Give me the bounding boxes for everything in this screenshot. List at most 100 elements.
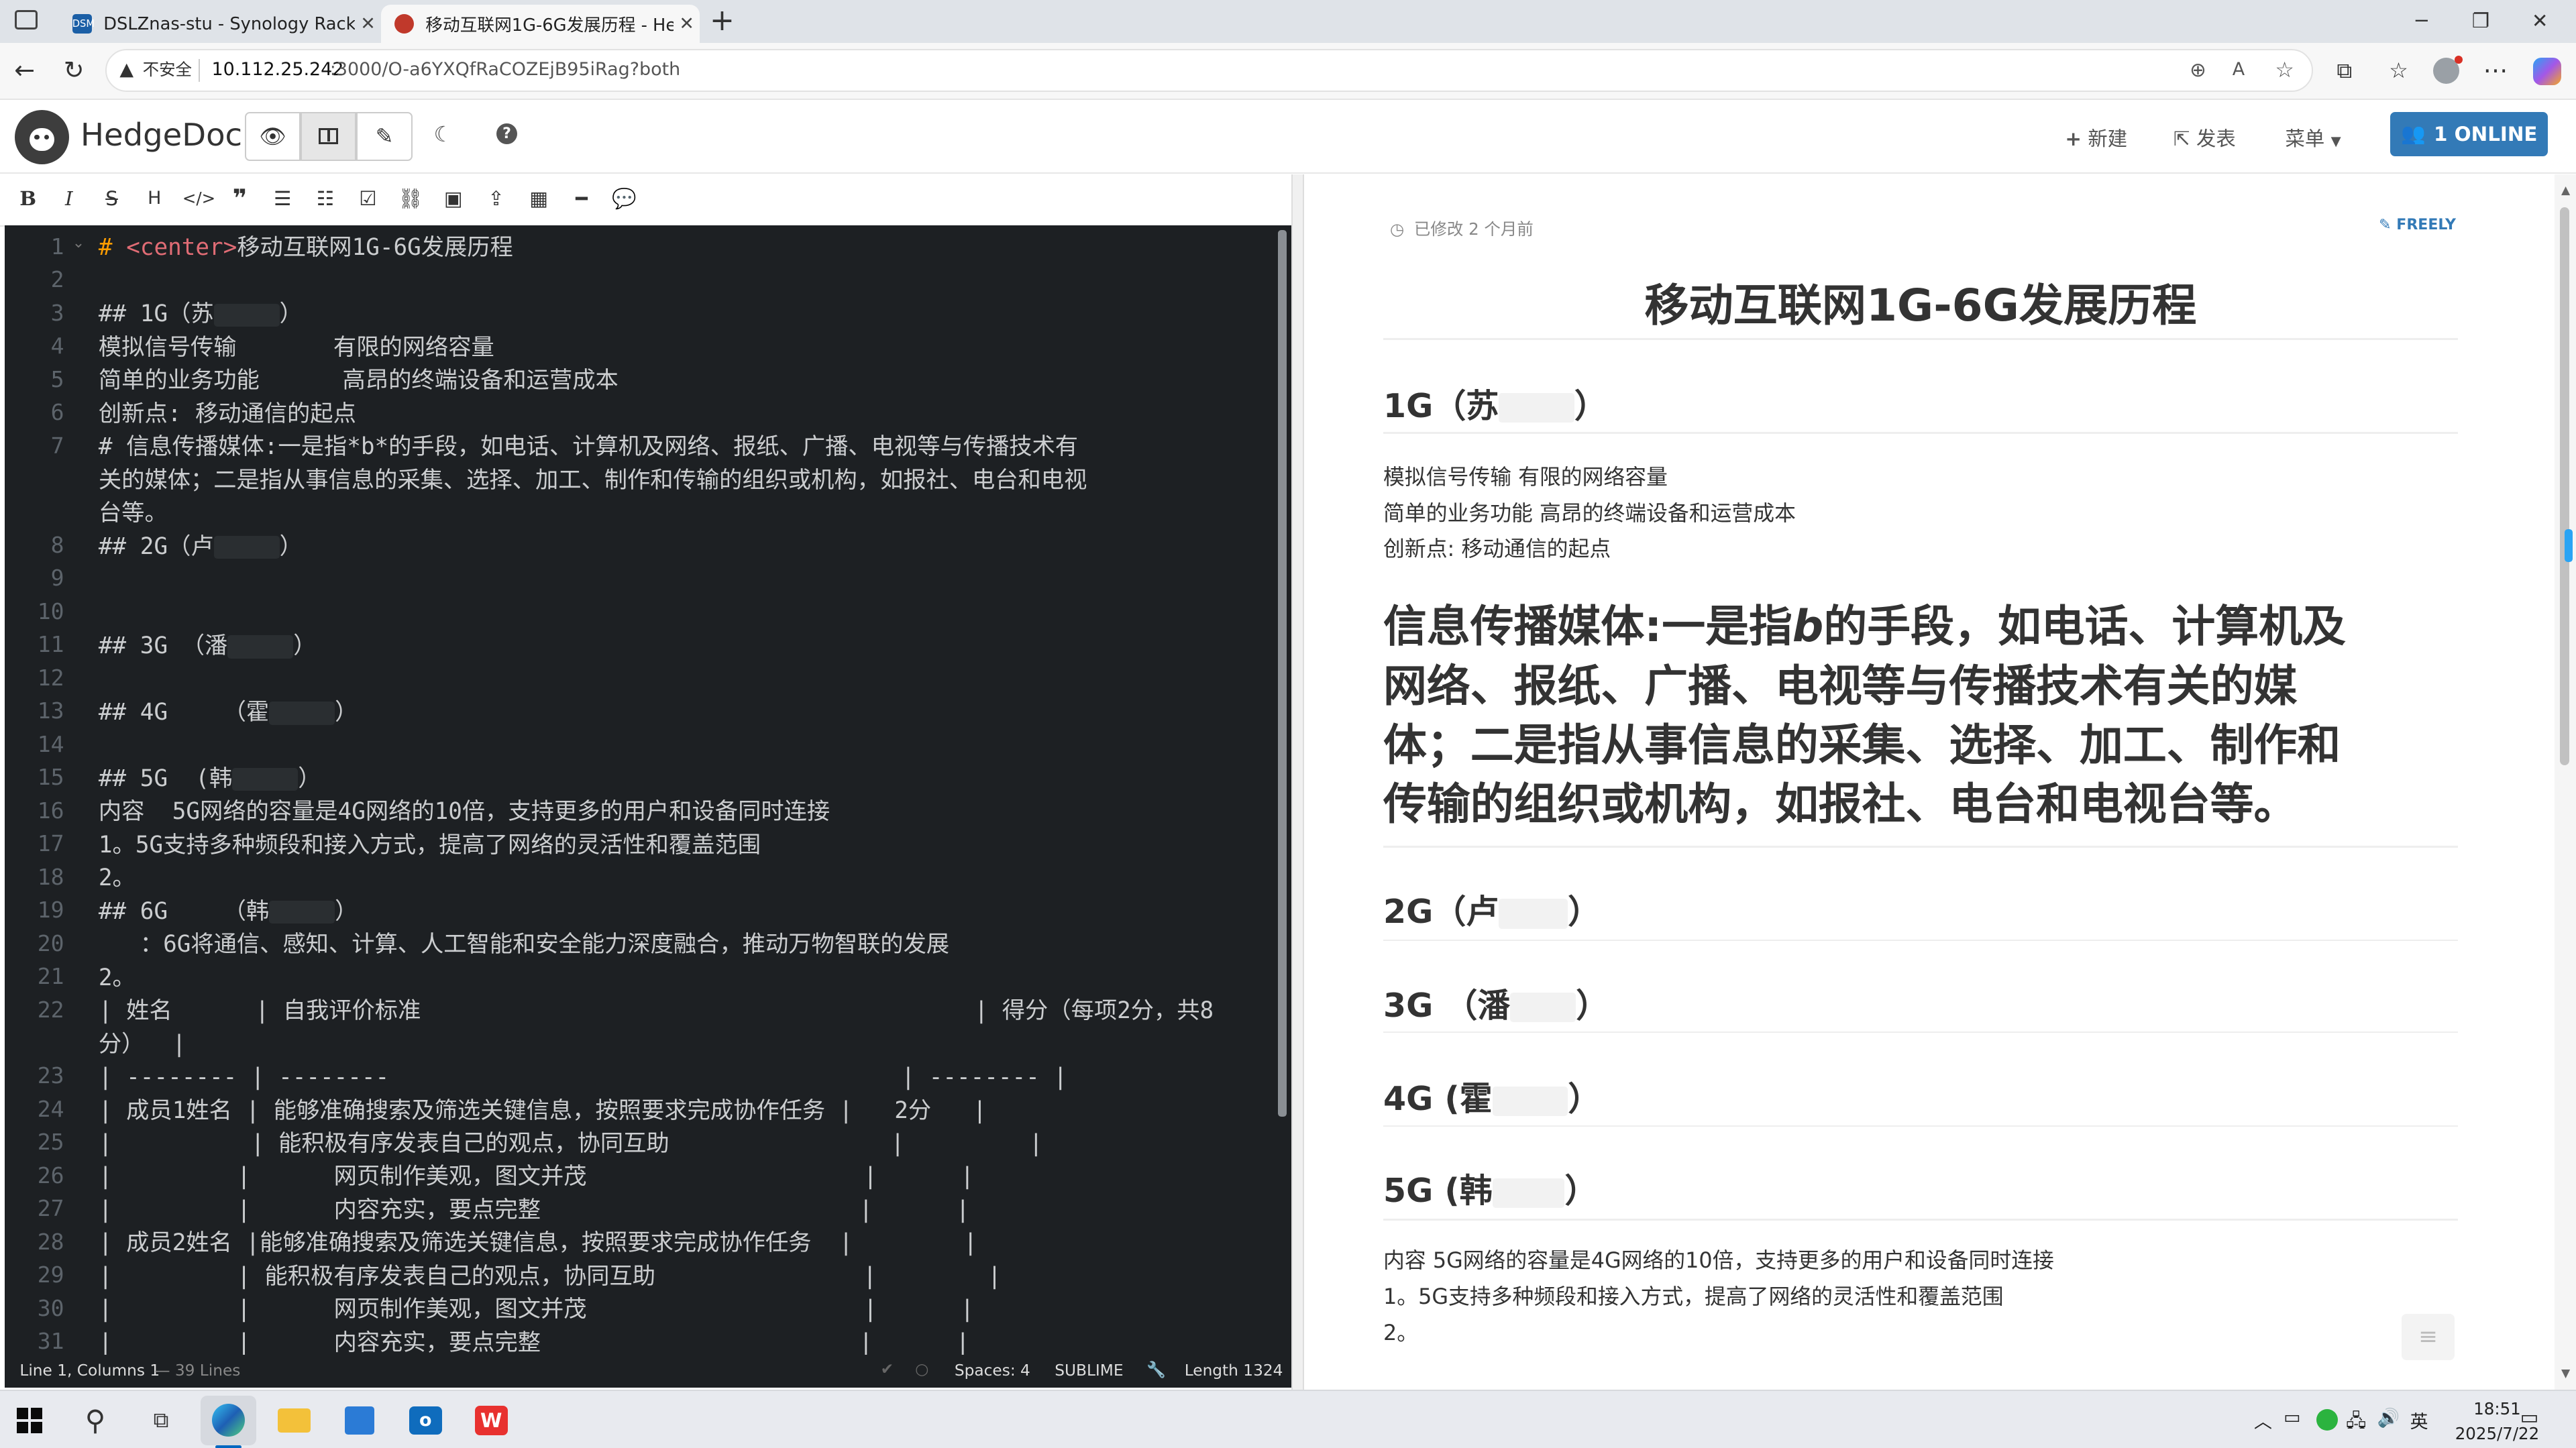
pencil-icon: ✎ bbox=[375, 123, 394, 150]
bullet-list-icon[interactable]: ☰ bbox=[268, 184, 297, 213]
line-number: 17 bbox=[37, 830, 64, 857]
bold-icon[interactable]: B bbox=[13, 184, 43, 213]
brand-name[interactable]: HedgeDoc bbox=[80, 117, 242, 153]
tab-close-icon[interactable]: ✕ bbox=[355, 13, 381, 34]
code-token: | | 网页制作美观，图文并茂 | | bbox=[98, 1163, 975, 1190]
restore-icon[interactable]: ❐ bbox=[2455, 5, 2507, 38]
minimize-icon[interactable]: ─ bbox=[2396, 5, 2448, 38]
url-bar[interactable]: ▲ 不安全 10.112.25.242 :3000/O-a6YXQfRaCOZE… bbox=[105, 49, 2314, 93]
keymap-label[interactable]: SUBLIME bbox=[1055, 1361, 1123, 1380]
upload-icon[interactable]: ⇪ bbox=[482, 184, 511, 213]
new-tab-button[interactable]: + bbox=[710, 3, 735, 38]
code-line: ## 3G （潘 ） bbox=[99, 630, 317, 663]
tab-title: DSLZnas-stu - Synology RackStati bbox=[103, 13, 355, 34]
url-host: 10.112.25.242 bbox=[211, 59, 344, 80]
permission-freely[interactable]: ✎ FREELY bbox=[2379, 217, 2456, 233]
tab-close-icon[interactable]: ✕ bbox=[674, 13, 700, 34]
new-note-link[interactable]: + 新建 bbox=[2065, 123, 2127, 152]
fold-marker-icon[interactable]: ⌄ bbox=[72, 235, 85, 252]
checkbox-icon[interactable]: ☑ bbox=[354, 184, 383, 213]
code-line: 关的媒体；二是指从事信息的采集、选择、加工、制作和传输的组织或机构，如报社、电台… bbox=[99, 464, 1087, 497]
search-icon[interactable]: ⚲ bbox=[76, 1402, 115, 1439]
indent-spaces[interactable]: Spaces: 4 bbox=[955, 1361, 1030, 1380]
numbered-list-icon[interactable]: ☷ bbox=[311, 184, 340, 213]
code-token: ## 5G (韩 bbox=[98, 765, 233, 792]
paragraph: 创新点: 移动通信的起点 bbox=[1383, 536, 1611, 562]
quote-icon[interactable]: ❞ bbox=[225, 184, 255, 213]
edit-mode-button[interactable]: ✎ bbox=[356, 111, 413, 161]
code-token: ） bbox=[293, 632, 317, 659]
copilot-icon[interactable] bbox=[2533, 57, 2561, 86]
zoom-icon[interactable]: ⊕ bbox=[2190, 50, 2206, 90]
code-token: ## 1G（苏 bbox=[98, 300, 214, 328]
network-icon[interactable]: 🖧 bbox=[2346, 1407, 2366, 1438]
tab-actions-icon[interactable] bbox=[15, 9, 38, 30]
help-icon[interactable]: ? bbox=[496, 123, 518, 145]
code-token: | 成员2姓名 |能够准确搜索及筛选关键信息，按照要求完成协作任务 | | bbox=[98, 1229, 978, 1257]
document-title: 移动互联网1G-6G发展历程 bbox=[1644, 279, 2197, 331]
hedgedoc-logo-icon[interactable] bbox=[15, 110, 69, 164]
extensions-icon[interactable]: ⧉ bbox=[2328, 54, 2361, 87]
section-rule bbox=[1383, 432, 2458, 434]
code-editor[interactable]: 1 # <center>移动互联网1G-6G发展历程 2 3 ## 1G（苏） 4 模拟信号… bbox=[5, 225, 1291, 1355]
ime-indicator[interactable]: 英 bbox=[2410, 1407, 2428, 1433]
menu-dropdown[interactable]: 菜单 ▼ bbox=[2286, 123, 2341, 152]
task-view-icon[interactable]: ⧉ bbox=[142, 1402, 181, 1439]
redacted-name bbox=[213, 535, 280, 559]
more-menu-icon[interactable]: ⋯ bbox=[2479, 54, 2512, 87]
code-icon[interactable]: </> bbox=[182, 184, 215, 213]
code-token: ## 4G （霍 bbox=[98, 698, 270, 726]
editor-scrollbar[interactable] bbox=[1278, 229, 1287, 1117]
strikethrough-icon[interactable]: S bbox=[97, 184, 126, 213]
both-mode-button[interactable] bbox=[301, 111, 357, 161]
tab-hedgedoc[interactable]: 移动互联网1G-6G发展历程 - Hed ✕ bbox=[381, 5, 700, 43]
night-mode-icon[interactable]: ☾ bbox=[434, 121, 453, 147]
online-users-button[interactable]: 👥 1 ONLINE bbox=[2390, 111, 2548, 156]
tab-synology[interactable]: DSM DSLZnas-stu - Synology RackStati ✕ bbox=[59, 5, 381, 42]
file-explorer-icon[interactable] bbox=[274, 1402, 314, 1439]
horizontal-rule-icon[interactable]: ━ bbox=[567, 184, 596, 213]
back-icon[interactable]: ← bbox=[8, 54, 41, 87]
redacted-name bbox=[269, 901, 335, 924]
close-window-icon[interactable]: ✕ bbox=[2514, 5, 2566, 38]
line-number: 29 bbox=[37, 1262, 64, 1288]
italic-icon[interactable]: I bbox=[54, 184, 84, 213]
toc-toggle-button[interactable]: ≡ bbox=[2402, 1314, 2455, 1360]
redacted-name bbox=[1499, 393, 1574, 423]
line-count: — 39 Lines bbox=[154, 1361, 241, 1380]
code-token: | | 能积极有序发表自己的观点，协同互助 | | bbox=[98, 1262, 1002, 1290]
heading-4g: 4G (霍） bbox=[1383, 1080, 1601, 1119]
windows-start-icon[interactable] bbox=[10, 1402, 50, 1439]
table-icon[interactable]: ▦ bbox=[524, 184, 553, 213]
heading-icon[interactable]: H bbox=[140, 184, 169, 213]
wps-office-icon[interactable]: W bbox=[472, 1402, 511, 1439]
link-icon[interactable]: ⛓ bbox=[396, 184, 425, 213]
wechat-tray-icon[interactable] bbox=[2316, 1408, 2338, 1431]
code-token: | -------- | -------- | -------- | bbox=[98, 1064, 1067, 1091]
line-number: 19 bbox=[37, 897, 64, 924]
volume-icon[interactable]: 🔊 bbox=[2377, 1407, 2400, 1429]
pencil-icon: ✎ bbox=[2379, 217, 2392, 234]
image-icon[interactable]: ▣ bbox=[439, 184, 468, 213]
read-aloud-icon[interactable]: A bbox=[2233, 50, 2245, 90]
favorites-icon[interactable]: ☆ bbox=[2382, 54, 2415, 87]
last-modified: ◷ 已修改 2 个月前 bbox=[1389, 219, 1534, 239]
view-mode-button[interactable]: 👁 bbox=[244, 111, 301, 161]
code-line: 1。5G支持多种频段和接入方式，提高了网络的灵活性和覆盖范围 bbox=[99, 829, 761, 862]
outlook-icon[interactable]: o bbox=[406, 1402, 445, 1439]
microsoft-store-icon[interactable] bbox=[340, 1402, 380, 1439]
synology-favicon-icon: DSM bbox=[72, 13, 95, 34]
heading-text: b bbox=[1792, 602, 1824, 653]
tray-overflow-icon[interactable]: ︿ bbox=[2254, 1407, 2272, 1433]
refresh-icon[interactable]: ↻ bbox=[58, 54, 91, 87]
publish-link[interactable]: ⇱ 发表 bbox=[2174, 123, 2236, 152]
comment-icon[interactable]: 💬 bbox=[610, 184, 639, 213]
battery-icon[interactable]: ▭ bbox=[2284, 1407, 2300, 1428]
wrench-icon[interactable]: 🔧 bbox=[1146, 1360, 1166, 1379]
preview-scrollbar[interactable]: ▲ ▼ bbox=[2555, 174, 2576, 1390]
line-number: 23 bbox=[37, 1062, 64, 1089]
edge-browser-icon[interactable] bbox=[200, 1396, 257, 1445]
favorite-star-icon[interactable]: ☆ bbox=[2275, 50, 2294, 90]
split-divider[interactable] bbox=[1291, 174, 1305, 1390]
notification-icon[interactable]: ▭ bbox=[2520, 1406, 2539, 1429]
